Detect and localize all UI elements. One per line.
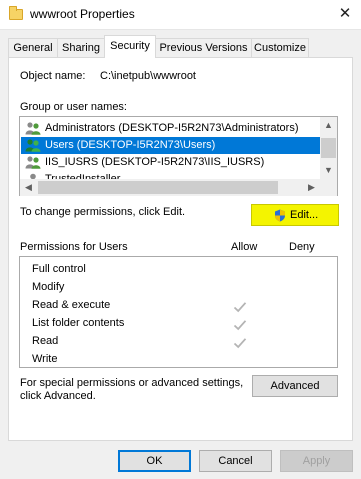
scroll-left-icon[interactable]: ◀ [20,179,37,196]
permissions-for-label: Permissions for Users [20,241,128,253]
allow-column-header: Allow [231,241,258,253]
tab-sharing[interactable]: Sharing [57,38,105,57]
deny-column-header: Deny [289,241,315,253]
cancel-button[interactable]: Cancel [199,450,272,472]
ok-button[interactable]: OK [118,450,191,472]
users-group-icon [25,156,41,169]
users-group-icon [25,139,41,152]
permission-row: Modify [32,278,64,296]
user-item-label: Administrators (DESKTOP-I5R2N73\Administ… [45,122,299,134]
user-item-users[interactable]: Users (DESKTOP-I5R2N73\Users) [21,137,321,154]
change-permissions-hint: To change permissions, click Edit. [20,206,186,218]
tab-security[interactable]: Security [104,35,156,58]
permission-label: List folder contents [32,317,125,329]
edit-button[interactable]: Edit... [251,204,339,226]
close-icon[interactable]: ✕ [338,6,352,21]
permission-label: Write [32,353,58,365]
permission-row: List folder contents [32,314,124,332]
allow-check-icon [233,338,247,349]
user-item-label: Users (DESKTOP-I5R2N73\Users) [45,139,216,151]
permission-row: Write [32,350,58,367]
window-title: wwwroot Properties [30,7,135,21]
user-item-administrators[interactable]: Administrators (DESKTOP-I5R2N73\Administ… [21,120,321,137]
advanced-button[interactable]: Advanced [252,375,338,397]
object-name-value: C:\inetpub\wwwroot [100,70,196,82]
user-list-horizontal-scrollbar[interactable]: ◀ ▶ [20,179,320,196]
permission-label: Full control [32,263,86,275]
permissions-list[interactable]: Full control Modify Read & execute List … [19,256,338,368]
tab-general[interactable]: General [8,38,58,57]
user-item-label: IIS_IUSRS (DESKTOP-I5R2N73\IIS_IUSRS) [45,156,265,168]
shield-icon [275,209,285,222]
allow-check-icon [233,320,247,331]
advanced-hint-line1: For special permissions or advanced sett… [20,377,244,389]
apply-button[interactable]: Apply [280,450,353,472]
tab-customize[interactable]: Customize [251,38,309,57]
object-name-label: Object name: [20,70,86,82]
users-group-icon [25,122,41,135]
scroll-right-icon[interactable]: ▶ [303,179,320,196]
allow-check-icon [233,302,247,313]
permission-row: Read & execute [32,296,110,314]
user-list-vertical-scrollbar[interactable]: ▲ ▼ [320,117,337,179]
scroll-down-icon[interactable]: ▼ [320,162,337,179]
permission-label: Read [32,335,59,347]
tab-previous-versions[interactable]: Previous Versions [155,38,252,57]
permission-row: Read [32,332,58,350]
scrollbar-thumb[interactable] [38,181,278,194]
folder-icon [9,6,23,20]
scroll-up-icon[interactable]: ▲ [320,117,337,134]
group-users-label: Group or user names: [20,101,127,113]
edit-button-label: Edit... [290,209,319,221]
advanced-hint-line2: click Advanced. [20,390,96,402]
scrollbar-thumb[interactable] [321,138,336,158]
permission-label: Read & execute [32,299,111,311]
permission-label: Modify [32,281,65,293]
user-item-iis-iusrs[interactable]: IIS_IUSRS (DESKTOP-I5R2N73\IIS_IUSRS) [21,154,321,171]
permission-row: Full control [32,260,86,278]
scrollbar-corner [320,179,337,196]
